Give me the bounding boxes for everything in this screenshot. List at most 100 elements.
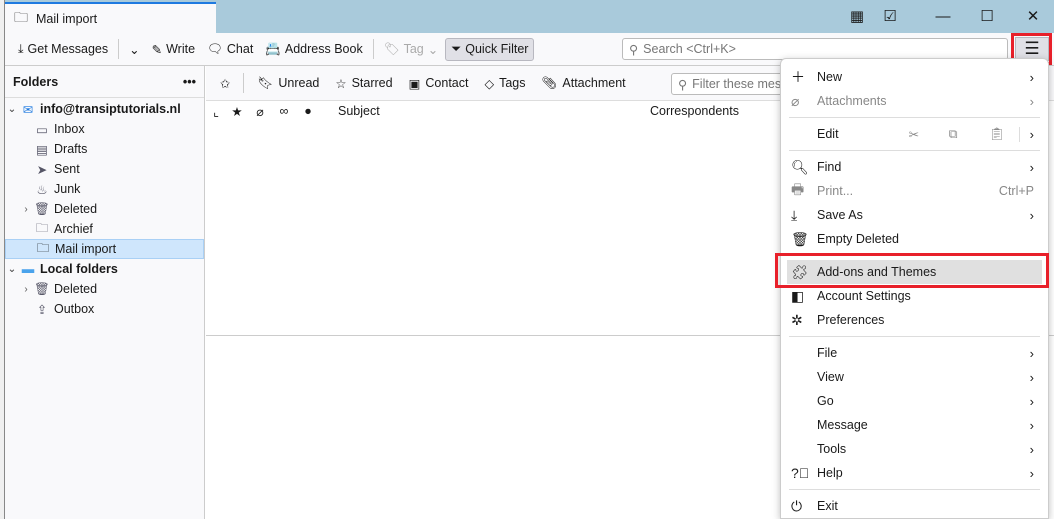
chevron-down-icon[interactable]: ⌄ [5,104,19,115]
menu-label: Exit [817,499,838,513]
address-book-button[interactable]: 📇 Address Book [260,39,367,60]
folder-deleted[interactable]: › 🗑 Deleted [5,199,204,219]
cut-icon[interactable]: ✂ [909,127,949,142]
menu-find[interactable]: 🔍︎ Find › [781,155,1048,179]
close-button[interactable]: ✕ [1018,4,1048,28]
folder-junk[interactable]: ♨ Junk [5,179,204,199]
copy-icon[interactable]: ⧉ [949,127,989,142]
folder-sent[interactable]: ➤ Sent [5,159,204,179]
chevron-down-icon: ⌄ [427,42,439,57]
tasks-icon[interactable]: ☑ [875,4,905,28]
folder-drafts[interactable]: ▤ Drafts [5,139,204,159]
tags-label: Tags [499,76,526,90]
more-icon[interactable]: ••• [183,75,196,89]
menu-label: Empty Deleted [817,232,899,246]
minimize-button[interactable]: — [928,4,958,28]
write-label: Write [166,42,196,56]
unread-label: Unread [278,76,320,90]
sent-icon: ➤ [36,162,48,177]
menu-separator [789,489,1040,490]
folder-label: Outbox [54,302,95,316]
menu-save-as[interactable]: ⤓ Save As › [781,203,1048,227]
folder-label: Deleted [54,282,98,296]
starred-label: Starred [351,76,393,90]
pencil-icon: ✎ [151,42,163,57]
menu-message[interactable]: Message › [781,413,1048,437]
subject-column-header[interactable]: Subject [320,104,650,118]
get-messages-button[interactable]: ⤓ Get Messages [13,39,113,60]
search-placeholder: Search <Ctrl+K> [643,42,736,56]
folder-outbox[interactable]: ⇪ Outbox [5,299,204,319]
folder-icon: 🗀 [36,240,50,255]
paste-icon[interactable]: 📋︎ [989,127,1019,142]
get-messages-dropdown[interactable]: ⌄ [124,39,144,60]
junk-column-icon[interactable]: ● [296,104,320,118]
tag-icon: 🏷 [383,41,400,56]
shortcut-label: Ctrl+P [998,184,1034,198]
menu-file[interactable]: File › [781,341,1048,365]
hamburger-icon: ☰ [1024,39,1040,58]
search-icon: ⚲ [629,42,639,57]
folder-archief[interactable]: 🗀 Archief [5,219,204,239]
menu-label: Print... [817,184,854,198]
menu-attachments[interactable]: ⌀ Attachments › [781,89,1048,113]
tags-filter-button[interactable]: ◇ Tags [478,73,531,94]
folders-title: Folders [13,74,59,89]
attachment-filter-button[interactable]: 📎︎ Attachment [536,73,632,94]
folder-label: Archief [54,222,93,236]
chevron-right-icon: › [1029,69,1034,85]
filter-icon: ⏷ [451,41,462,56]
menu-exit[interactable]: ⏻ Exit [781,494,1048,518]
thread-column-icon[interactable]: ⌞ [206,104,226,119]
menu-view[interactable]: View › [781,365,1048,389]
menu-empty-deleted[interactable]: 🗑 Empty Deleted [781,227,1048,251]
chat-button[interactable]: 🗨 Chat [202,39,258,60]
chevron-right-icon: › [1029,441,1034,457]
sticky-filter-button[interactable]: ✩ [214,73,236,94]
menu-go[interactable]: Go › [781,389,1048,413]
download-icon: ⤓ [18,41,24,56]
starred-filter-button[interactable]: ☆ Starred [329,73,398,94]
write-button[interactable]: ✎ Write [147,39,200,60]
tag-button[interactable]: 🏷 Tag ⌄ [379,39,444,60]
folder-inbox[interactable]: ▭ Inbox [5,119,204,139]
chevron-right-icon[interactable]: › [1018,126,1034,142]
plus-icon: ＋ [791,69,805,85]
search-input[interactable]: ⚲ Search <Ctrl+K> [622,38,1008,60]
menu-tools[interactable]: Tools › [781,437,1048,461]
account-settings-icon: ◧ [791,287,805,304]
menu-label: Tools [817,442,847,456]
quick-filter-button[interactable]: ⏷ Quick Filter [445,37,535,61]
menu-help[interactable]: ?⃝ Help › [781,461,1048,485]
account-label: info@transiptutorials.nl [40,102,181,116]
chevron-right-icon: › [1029,345,1034,361]
calendar-icon[interactable]: ▦ [842,4,872,28]
maximize-button[interactable]: ☐ [972,4,1002,28]
folder-label: Mail import [55,242,117,256]
attachment-column-icon[interactable]: ⌀ [248,104,272,119]
menu-preferences[interactable]: ✲ Preferences [781,308,1048,332]
menu-label: View [817,370,844,384]
highlight-box [775,253,1049,288]
chevron-right-icon[interactable]: › [19,284,33,295]
folder-local-deleted[interactable]: › 🗑 Deleted [5,279,204,299]
quick-filter-label: Quick Filter [465,42,529,56]
tab-mail-import[interactable]: 🗀 Mail import [5,2,216,33]
contact-filter-button[interactable]: ▣ Contact [403,73,475,94]
star-column-icon[interactable]: ★ [226,104,248,119]
menu-separator [789,117,1040,118]
menu-label: Preferences [817,313,885,327]
account-row[interactable]: ⌄ ✉ info@transiptutorials.nl [5,99,204,119]
chevron-down-icon[interactable]: ⌄ [5,264,19,275]
folder-label: Inbox [54,122,85,136]
local-folders-row[interactable]: ⌄ ▬ Local folders [5,259,204,279]
read-column-icon[interactable]: ∞ [272,104,296,118]
drafts-icon: ▤ [36,142,48,157]
chevron-right-icon[interactable]: › [19,204,33,215]
menu-new[interactable]: ＋ New › [781,65,1048,89]
local-folders-label: Local folders [40,262,118,276]
get-messages-label: Get Messages [27,42,109,56]
folder-mail-import[interactable]: 🗀 Mail import [5,239,204,259]
unread-filter-button[interactable]: 🔖︎ Unread [251,73,325,94]
menu-print[interactable]: 🖶 Print... Ctrl+P [781,179,1048,203]
